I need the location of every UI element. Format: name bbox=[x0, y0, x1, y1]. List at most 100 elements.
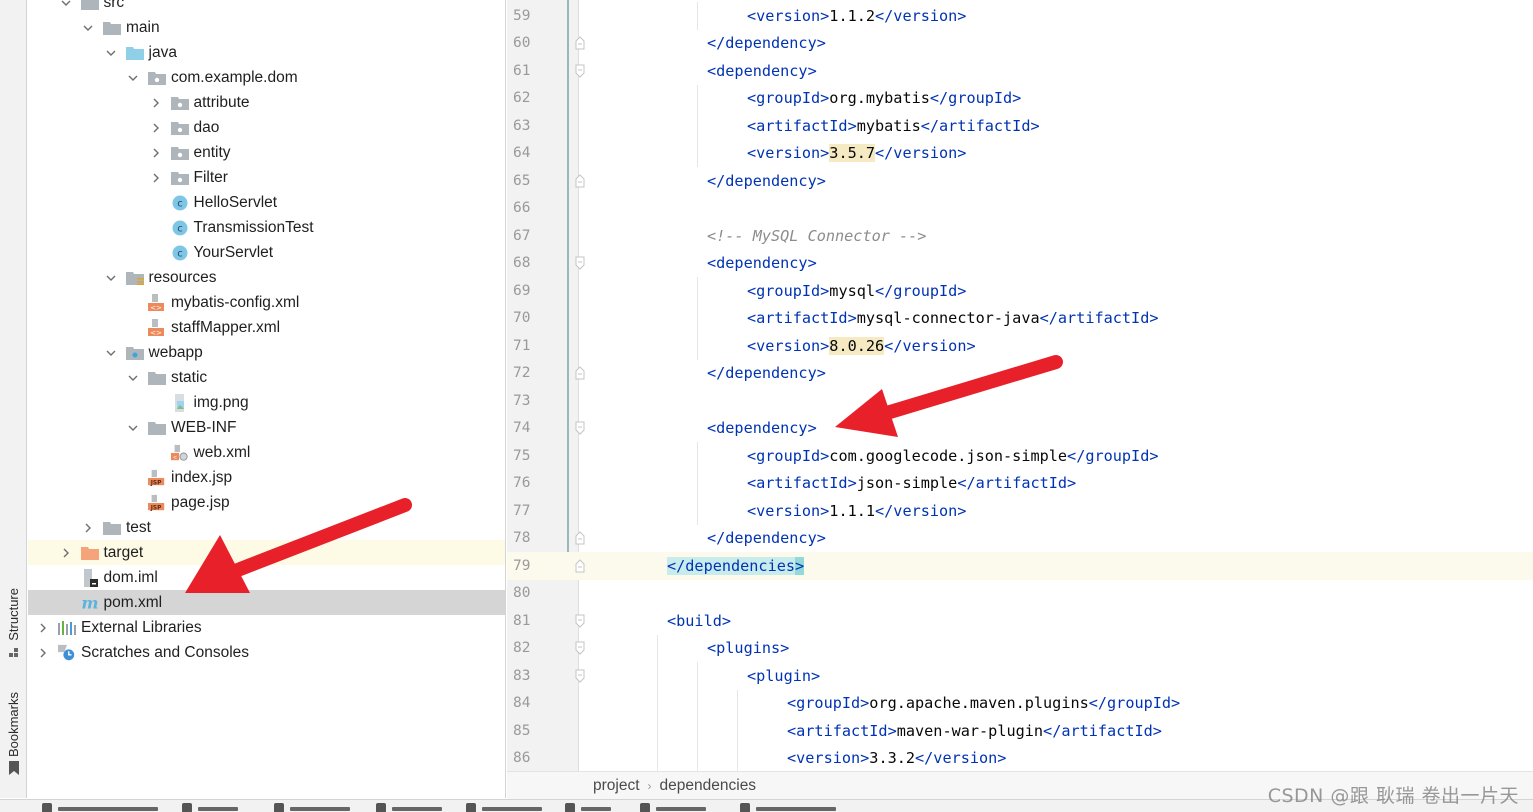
code-line[interactable]: 85 <artifactId>maven-war-plugin</artifact… bbox=[507, 717, 1533, 745]
code-line[interactable]: 79 </dependencies> bbox=[507, 552, 1533, 580]
code-line[interactable]: 60 </dependency> bbox=[507, 30, 1533, 58]
tree-item-web-xml[interactable]: < web.xml bbox=[28, 440, 505, 465]
code-line[interactable]: 82 <plugins> bbox=[507, 635, 1533, 663]
tree-item-com-example-dom[interactable]: com.example.dom bbox=[28, 65, 505, 90]
chevron-right-icon[interactable] bbox=[81, 521, 95, 535]
fold-expanded-icon[interactable] bbox=[575, 614, 585, 628]
code-line[interactable]: 81 <build> bbox=[507, 607, 1533, 635]
code-line[interactable]: 86 <version>3.3.2</version> bbox=[507, 745, 1533, 772]
chevron-down-icon[interactable] bbox=[126, 421, 140, 435]
code-line[interactable]: 67 <!-- MySQL Connector --> bbox=[507, 222, 1533, 250]
code-line[interactable]: 83 <plugin> bbox=[507, 662, 1533, 690]
tree-item-static[interactable]: static bbox=[28, 365, 505, 390]
fold-end-icon[interactable] bbox=[575, 559, 585, 573]
tree-item-entity[interactable]: entity bbox=[28, 140, 505, 165]
fold-expanded-icon[interactable] bbox=[575, 64, 585, 78]
chevron-right-icon[interactable] bbox=[149, 121, 163, 135]
code-line[interactable]: 71 <version>8.0.26</version> bbox=[507, 332, 1533, 360]
code-line[interactable]: 64 <version>3.5.7</version> bbox=[507, 140, 1533, 168]
chevron-down-icon[interactable] bbox=[104, 346, 118, 360]
chevron-right-icon[interactable] bbox=[36, 646, 50, 660]
bottom-tool-services[interactable] bbox=[640, 803, 706, 812]
breadcrumb-item-dependencies[interactable]: dependencies bbox=[660, 777, 757, 795]
code-line[interactable]: 63 <artifactId>mybatis</artifactId> bbox=[507, 112, 1533, 140]
code-line[interactable]: 65 </dependency> bbox=[507, 167, 1533, 195]
tree-item-external-libraries[interactable]: External Libraries bbox=[28, 615, 505, 640]
fold-expanded-icon[interactable] bbox=[575, 256, 585, 270]
bottom-tool-profiler[interactable] bbox=[376, 803, 442, 812]
tree-item-target[interactable]: target bbox=[28, 540, 505, 565]
code-line[interactable]: 69 <groupId>mysql</groupId> bbox=[507, 277, 1533, 305]
bottom-tool-terminal[interactable] bbox=[466, 803, 542, 812]
fold-end-icon[interactable] bbox=[575, 174, 585, 188]
code-editor[interactable]: 59 <version>1.1.2</version> 60 </dependency… bbox=[507, 0, 1533, 771]
chevron-right-icon[interactable] bbox=[36, 621, 50, 635]
bottom-tool-version-control[interactable] bbox=[42, 803, 158, 812]
tree-item-yourservlet[interactable]: c YourServlet bbox=[28, 240, 505, 265]
tree-item-pom-xml[interactable]: m pom.xml bbox=[28, 590, 505, 615]
code-line[interactable]: 70 <artifactId>mysql-connector-java</arti… bbox=[507, 305, 1533, 333]
tree-item-img-png[interactable]: img.png bbox=[28, 390, 505, 415]
chevron-down-icon[interactable] bbox=[81, 21, 95, 35]
line-number: 65 bbox=[513, 172, 531, 189]
bottom-tool-problems[interactable] bbox=[274, 803, 350, 812]
tree-item-dao[interactable]: dao bbox=[28, 115, 505, 140]
fold-expanded-icon[interactable] bbox=[575, 421, 585, 435]
tree-item-helloservlet[interactable]: c HelloServlet bbox=[28, 190, 505, 215]
tree-item-index-jsp[interactable]: JSP index.jsp bbox=[28, 465, 505, 490]
bottom-tool-build[interactable] bbox=[565, 803, 611, 812]
code-line[interactable]: 80 bbox=[507, 580, 1533, 608]
bottom-tool-todo[interactable] bbox=[182, 803, 238, 812]
code-line[interactable]: 76 <artifactId>json-simple</artifactId> bbox=[507, 470, 1533, 498]
fold-end-icon[interactable] bbox=[575, 366, 585, 380]
structure-tool-tab[interactable]: Structure bbox=[0, 588, 27, 663]
code-line[interactable]: 62 <groupId>org.mybatis</groupId> bbox=[507, 85, 1533, 113]
tree-item-attribute[interactable]: attribute bbox=[28, 90, 505, 115]
tree-item-label: attribute bbox=[193, 94, 250, 111]
chevron-right-icon[interactable] bbox=[59, 546, 73, 560]
fold-end-icon[interactable] bbox=[575, 531, 585, 545]
bottom-tool-dependencies[interactable] bbox=[740, 803, 836, 812]
fold-expanded-icon[interactable] bbox=[575, 641, 585, 655]
chevron-down-icon[interactable] bbox=[126, 71, 140, 85]
code-line[interactable]: 59 <version>1.1.2</version> bbox=[507, 2, 1533, 30]
code-line[interactable]: 84 <groupId>org.apache.maven.plugins</gro… bbox=[507, 690, 1533, 718]
code-line[interactable]: 73 bbox=[507, 387, 1533, 415]
tree-item-src[interactable]: src bbox=[28, 0, 505, 15]
tree-item-webapp[interactable]: webapp bbox=[28, 340, 505, 365]
tree-item-filter[interactable]: Filter bbox=[28, 165, 505, 190]
indent-guide bbox=[657, 634, 658, 771]
tree-item-resources[interactable]: resources bbox=[28, 265, 505, 290]
code-line[interactable]: 77 <version>1.1.1</version> bbox=[507, 497, 1533, 525]
tree-item-staffmapper-xml[interactable]: <> staffMapper.xml bbox=[28, 315, 505, 340]
code-text: <!-- MySQL Connector --> bbox=[707, 227, 926, 245]
bookmarks-tool-tab[interactable]: Bookmarks bbox=[0, 692, 27, 780]
code-line[interactable]: 68 <dependency> bbox=[507, 250, 1533, 278]
chevron-down-icon[interactable] bbox=[126, 371, 140, 385]
tree-item-mybatis-config-xml[interactable]: <> mybatis-config.xml bbox=[28, 290, 505, 315]
breadcrumb-item-project[interactable]: project bbox=[593, 777, 640, 795]
chevron-down-icon[interactable] bbox=[59, 0, 73, 10]
fold-end-icon[interactable] bbox=[575, 36, 585, 50]
code-line[interactable]: 78 </dependency> bbox=[507, 525, 1533, 553]
code-line[interactable]: 75 <groupId>com.googlecode.json-simple</g… bbox=[507, 442, 1533, 470]
code-line[interactable]: 72 </dependency> bbox=[507, 360, 1533, 388]
code-line[interactable]: 66 bbox=[507, 195, 1533, 223]
xml-tag: <groupId> bbox=[747, 281, 830, 300]
chevron-down-icon[interactable] bbox=[104, 46, 118, 60]
tree-item-dom-iml[interactable]: dom.iml bbox=[28, 565, 505, 590]
chevron-right-icon[interactable] bbox=[149, 171, 163, 185]
tree-item-scratches-and-consoles[interactable]: Scratches and Consoles bbox=[28, 640, 505, 665]
fold-expanded-icon[interactable] bbox=[575, 669, 585, 683]
tree-item-java[interactable]: java bbox=[28, 40, 505, 65]
tree-item-transmissiontest[interactable]: c TransmissionTest bbox=[28, 215, 505, 240]
tree-item-page-jsp[interactable]: JSP page.jsp bbox=[28, 490, 505, 515]
chevron-down-icon[interactable] bbox=[104, 271, 118, 285]
code-line[interactable]: 61 <dependency> bbox=[507, 57, 1533, 85]
chevron-right-icon[interactable] bbox=[149, 96, 163, 110]
chevron-right-icon[interactable] bbox=[149, 146, 163, 160]
tree-item-test[interactable]: test bbox=[28, 515, 505, 540]
tree-item-web-inf[interactable]: WEB-INF bbox=[28, 415, 505, 440]
tree-item-main[interactable]: main bbox=[28, 15, 505, 40]
code-line[interactable]: 74 <dependency> bbox=[507, 415, 1533, 443]
